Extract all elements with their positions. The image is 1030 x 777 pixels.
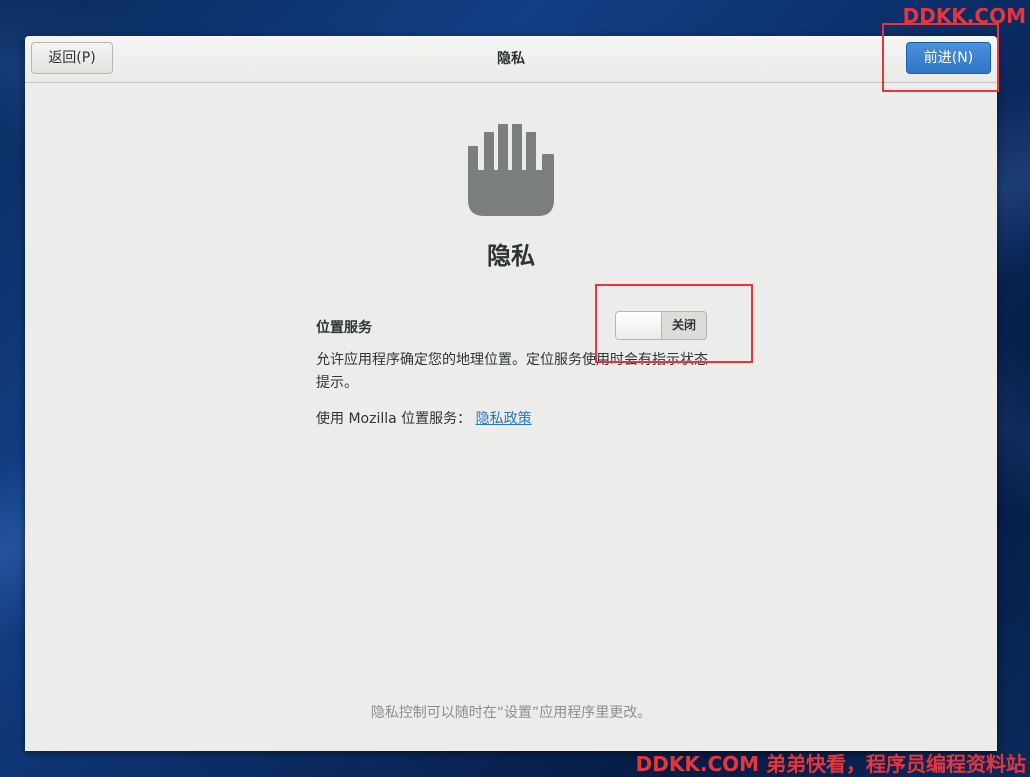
footer-note: 隐私控制可以随时在“设置”应用程序里更改。 — [370, 705, 652, 721]
privacy-policy-link[interactable]: 隐私政策 — [476, 411, 532, 427]
watermark-top: DDKK.COM — [902, 4, 1026, 28]
header-bar: 返回(P) 隐私 前进(N) — [25, 36, 997, 83]
hand-stop-icon — [468, 124, 554, 216]
page-title: 隐私 — [487, 242, 535, 270]
mozilla-service-row: 使用 Mozilla 位置服务： 隐私政策 — [316, 408, 532, 428]
watermark-bottom: DDKK.COM 弟弟快看，程序员编程资料站 — [635, 752, 1026, 776]
location-service-label: 位置服务 — [316, 320, 372, 336]
toggle-highlight — [595, 284, 753, 363]
setup-window: 返回(P) 隐私 前进(N) 隐私 位置服务 关闭 允许应用程序确定您的地理位置… — [25, 36, 997, 751]
window-title: 隐私 — [497, 51, 525, 67]
mozilla-prefix-text: 使用 Mozilla 位置服务： — [316, 411, 472, 427]
next-button-highlight — [882, 23, 999, 92]
